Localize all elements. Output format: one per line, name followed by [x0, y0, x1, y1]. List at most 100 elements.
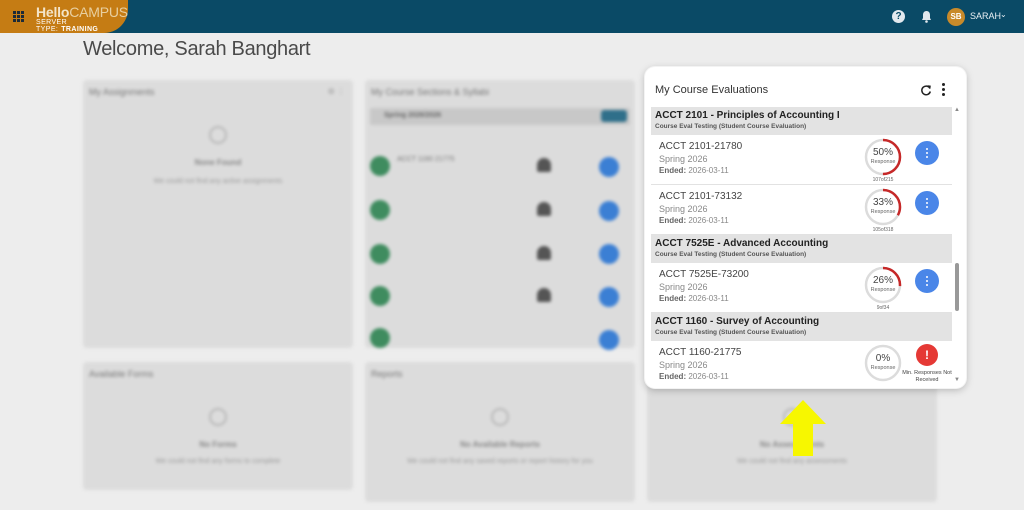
item-actions-button[interactable] [915, 141, 939, 165]
card-title: My Assignments [89, 87, 155, 97]
card-menu-icon[interactable]: ⚙ ⋮ [328, 87, 345, 96]
response-ring: 26% Response [864, 266, 902, 304]
card-title: My Course Sections & Syllabi [371, 87, 490, 97]
scroll-up-icon[interactable]: ▲ [954, 107, 960, 113]
ended-label: Ended: [659, 372, 687, 381]
response-label: Response [870, 287, 896, 293]
term-bar[interactable]: Spring 2026/2026 [370, 108, 630, 125]
card-title: Available Forms [89, 369, 154, 379]
item-actions-button[interactable] [915, 191, 939, 215]
edit-button[interactable] [599, 244, 619, 264]
panel-title: My Course Evaluations [655, 84, 769, 96]
ended-label: Ended: [659, 216, 687, 225]
ended-date: Ended: 2026-03-11 [659, 294, 729, 303]
arrow-up-icon [780, 400, 826, 456]
term-button[interactable] [601, 110, 627, 122]
edit-button[interactable] [599, 157, 619, 177]
section-icon [370, 328, 390, 348]
section-icon [370, 286, 390, 306]
response-ring: 50% Response [864, 138, 902, 176]
response-count: 105of318 [872, 227, 894, 233]
course-subtitle: Course Eval Testing (Student Course Eval… [655, 251, 807, 258]
edit-button[interactable] [599, 287, 619, 307]
forms-card: Available Forms No Forms We could not fi… [83, 362, 353, 490]
evaluation-item: ACCT 7525E-73200 Spring 2026 Ended: 2026… [651, 263, 952, 313]
ended-value: 2026-03-11 [688, 216, 729, 225]
card-title: Reports [371, 369, 403, 379]
empty-subtitle: We could not find any assessments [737, 458, 847, 465]
section-code: ACCT 2101-73132 [659, 191, 743, 202]
person-icon [537, 246, 551, 260]
response-label: Response [870, 159, 896, 165]
response-ring: 0% Response [864, 344, 902, 382]
person-icon [537, 158, 551, 172]
term: Spring 2026 [659, 282, 708, 292]
person-icon [537, 202, 551, 216]
course-subtitle: Course Eval Testing (Student Course Eval… [655, 329, 807, 336]
response-count: 107of215 [872, 177, 894, 183]
course-title: ACCT 7525E - Advanced Accounting [655, 238, 829, 249]
evaluations-list[interactable]: ACCT 2101 - Principles of Accounting I C… [651, 107, 952, 383]
course-evaluations-panel: My Course Evaluations ACCT 2101 - Princi… [645, 67, 966, 388]
evaluation-item: ACCT 2101-73132 Spring 2026 Ended: 2026-… [651, 185, 952, 235]
empty-title: None Found [194, 158, 242, 167]
scroll-down-icon[interactable]: ▼ [954, 377, 960, 383]
evaluation-item: ACCT 1160-21775 Spring 2026 Ended: 2026-… [651, 341, 952, 383]
reports-card: Reports No Available Reports We could no… [365, 362, 635, 502]
ended-value: 2026-03-11 [688, 166, 729, 175]
alert-icon[interactable]: ! [916, 344, 938, 366]
item-actions-button[interactable] [915, 269, 939, 293]
evaluation-item: ACCT 2101-21780 Spring 2026 Ended: 2026-… [651, 135, 952, 185]
course-title: ACCT 2101 - Principles of Accounting I [655, 110, 840, 121]
term: Spring 2026 [659, 360, 708, 370]
response-label: Response [870, 365, 896, 371]
ended-label: Ended: [659, 294, 687, 303]
response-percent: 0% [875, 353, 891, 364]
sections-card: My Course Sections & Syllabi Spring 2026… [365, 80, 635, 350]
response-count: 9of34 [876, 305, 890, 311]
response-percent: 26% [872, 275, 893, 286]
empty-title: No Forms [199, 440, 237, 449]
response-percent: 50% [872, 147, 893, 158]
ended-date: Ended: 2026-03-11 [659, 372, 729, 381]
course-title: ACCT 1160 - Survey of Accounting [655, 316, 820, 327]
empty-subtitle: We could not find any active assignments [153, 178, 283, 185]
person-icon [537, 288, 551, 302]
assignments-card: My Assignments ⚙ ⋮ None Found We could n… [83, 80, 353, 348]
empty-state-icon [491, 408, 509, 426]
section-icon [370, 200, 390, 220]
ended-date: Ended: 2026-03-11 [659, 166, 729, 175]
response-ring: 33% Response [864, 188, 902, 226]
term: Spring 2026 [659, 154, 708, 164]
section-line: ACCT 1160 21775 [397, 156, 455, 163]
list-scrollbar[interactable]: ▲ ▼ [954, 107, 960, 383]
scrollbar-thumb[interactable] [955, 263, 959, 311]
min-responses-note: Min. Responses Not Received [902, 370, 952, 383]
ended-value: 2026-03-11 [688, 294, 729, 303]
more-options-icon[interactable] [942, 83, 946, 97]
response-percent: 33% [872, 197, 893, 208]
ended-label: Ended: [659, 166, 687, 175]
empty-title: No Available Reports [460, 440, 540, 449]
section-code: ACCT 2101-21780 [659, 141, 743, 152]
response-label: Response [870, 209, 896, 215]
ended-date: Ended: 2026-03-11 [659, 216, 729, 225]
empty-state-icon [209, 408, 227, 426]
edit-button[interactable] [599, 330, 619, 350]
section-code: ACCT 1160-21775 [659, 347, 742, 358]
course-group-header: ACCT 2101 - Principles of Accounting I C… [651, 107, 952, 135]
course-group-header: ACCT 7525E - Advanced Accounting Course … [651, 235, 952, 263]
term: Spring 2026 [659, 204, 708, 214]
section-code: ACCT 7525E-73200 [659, 269, 749, 280]
term-label: Spring 2026/2026 [384, 112, 442, 119]
section-icon [370, 156, 390, 176]
empty-state-icon [209, 126, 227, 144]
ended-value: 2026-03-11 [688, 372, 729, 381]
empty-subtitle: We could not find any forms to complete [155, 458, 281, 465]
edit-button[interactable] [599, 201, 619, 221]
section-icon [370, 244, 390, 264]
course-subtitle: Course Eval Testing (Student Course Eval… [655, 123, 807, 130]
refresh-icon[interactable] [920, 84, 932, 96]
course-group-header: ACCT 1160 - Survey of Accounting Course … [651, 313, 952, 341]
empty-subtitle: We could not find any saved reports or r… [407, 458, 593, 465]
